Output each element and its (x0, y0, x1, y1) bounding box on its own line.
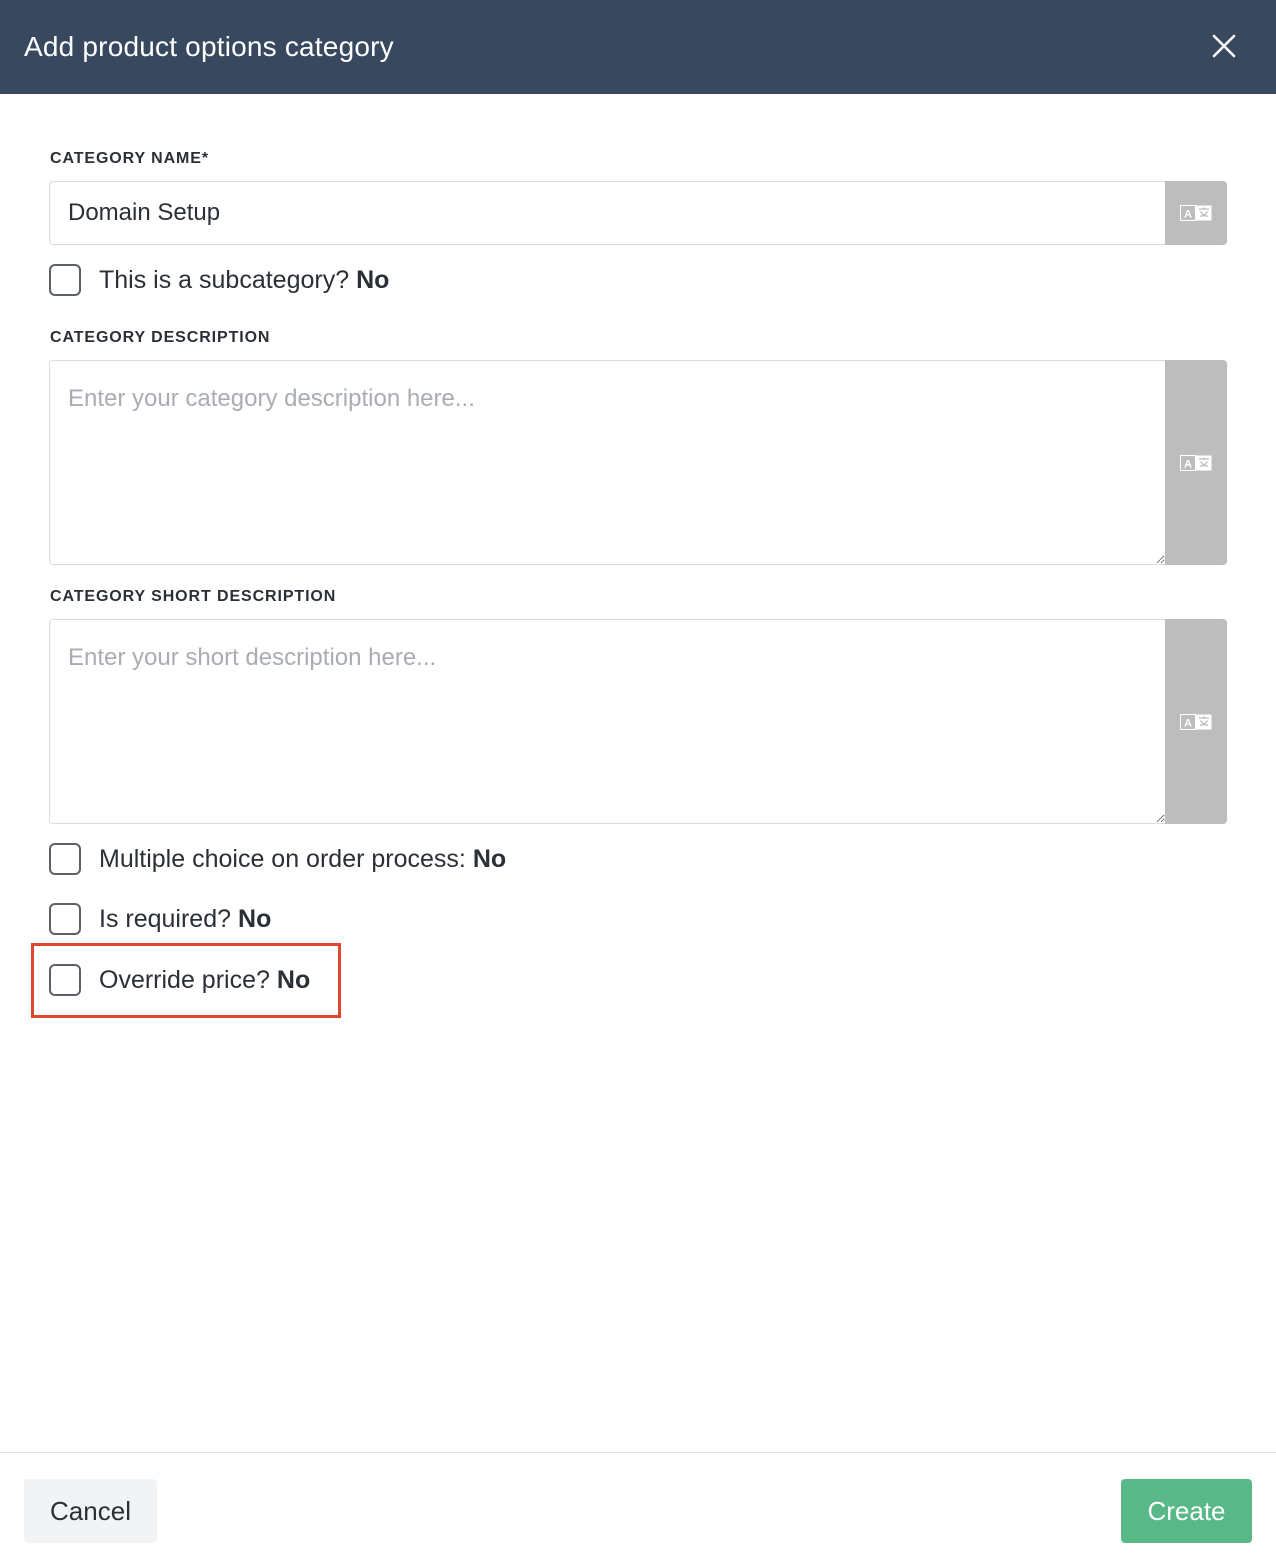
override-price-row: Override price? No (49, 963, 310, 997)
override-price-label: Override price? (99, 965, 270, 994)
close-button[interactable] (1206, 28, 1242, 64)
subcategory-row: This is a subcategory? No (49, 263, 389, 297)
subcategory-value: No (356, 265, 390, 294)
override-price-checkbox[interactable] (49, 964, 81, 996)
create-button[interactable]: Create (1121, 1479, 1252, 1543)
is-required-value: No (238, 904, 272, 933)
svg-text:A: A (1184, 717, 1192, 729)
category-description-label: CATEGORY DESCRIPTION (50, 329, 271, 346)
multiple-choice-row: Multiple choice on order process: No (49, 842, 506, 876)
subcategory-label: This is a subcategory? (99, 265, 350, 294)
modal-title: Add product options category (24, 31, 394, 62)
subcategory-checkbox[interactable] (49, 264, 81, 296)
category-name-input[interactable] (49, 181, 1165, 245)
multiple-choice-value: No (472, 844, 507, 873)
translate-icon: A (1180, 713, 1212, 730)
multiple-choice-label: Multiple choice on order process: (99, 844, 466, 873)
multiple-choice-checkbox[interactable] (49, 843, 81, 875)
modal-header: Add product options category (0, 0, 1276, 94)
override-price-value: No (276, 965, 311, 994)
category-description-textarea[interactable] (49, 360, 1165, 565)
close-icon (1212, 34, 1236, 58)
is-required-label: Is required? (99, 904, 232, 933)
category-name-label: CATEGORY NAME* (50, 150, 209, 167)
modal-footer: Cancel Create (0, 1452, 1276, 1560)
is-required-checkbox[interactable] (49, 903, 81, 935)
cancel-button[interactable]: Cancel (24, 1479, 157, 1543)
translate-icon: A (1180, 454, 1212, 471)
category-short-description-group: A (49, 619, 1227, 824)
category-description-translate-button[interactable]: A (1165, 360, 1227, 565)
svg-text:A: A (1184, 209, 1192, 221)
category-short-description-textarea[interactable] (49, 619, 1165, 824)
category-name-group: A (49, 181, 1227, 245)
svg-text:A: A (1184, 458, 1192, 470)
category-name-translate-button[interactable]: A (1165, 181, 1227, 245)
category-description-group: A (49, 360, 1227, 565)
translate-icon: A (1180, 205, 1212, 221)
category-short-description-translate-button[interactable]: A (1165, 619, 1227, 824)
category-short-description-label: CATEGORY SHORT DESCRIPTION (50, 588, 337, 605)
is-required-row: Is required? No (49, 902, 271, 936)
